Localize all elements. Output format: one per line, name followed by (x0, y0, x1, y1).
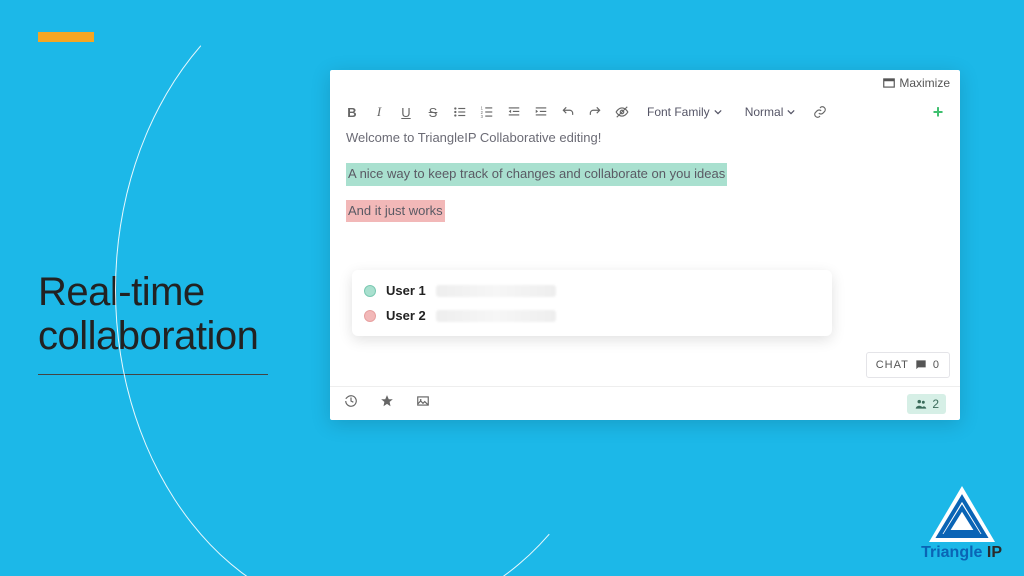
outdent-icon (507, 105, 521, 119)
chat-button[interactable]: CHAT 0 (866, 352, 950, 378)
chat-count: 0 (933, 359, 940, 371)
visibility-off-button[interactable] (614, 102, 630, 122)
italic-button[interactable]: I (371, 102, 387, 122)
users-count-button[interactable]: 2 (907, 394, 946, 414)
brand-logo: Triangle IP (921, 484, 1002, 562)
redo-button[interactable] (587, 102, 603, 122)
user-email-redacted (436, 310, 556, 322)
history-button[interactable] (344, 394, 358, 413)
image-icon (416, 394, 430, 408)
chat-icon (914, 358, 928, 372)
user-name: User 2 (386, 308, 426, 323)
redo-icon (588, 105, 602, 119)
star-icon (380, 394, 394, 408)
undo-button[interactable] (560, 102, 576, 122)
font-size-dropdown[interactable]: Normal (739, 103, 802, 121)
underline-button[interactable]: U (398, 102, 414, 122)
brand-name-2: IP (982, 544, 1002, 561)
brand-name-1: Triangle (921, 544, 982, 561)
bold-button[interactable]: B (344, 102, 360, 122)
editor-toolbar: B I U S 123 (344, 102, 946, 122)
user-color-dot (364, 285, 376, 297)
maximize-icon (882, 76, 896, 90)
favorite-button[interactable] (380, 394, 394, 413)
user-row: User 1 (362, 278, 822, 303)
users-icon (914, 397, 928, 411)
indent-icon (534, 105, 548, 119)
users-count-value: 2 (932, 397, 939, 411)
content-line-3: And it just works (346, 200, 445, 223)
chevron-down-icon (787, 108, 795, 116)
unordered-list-button[interactable] (452, 102, 468, 122)
editor-window: Maximize B I U S 123 (330, 70, 960, 420)
accent-bar (38, 32, 94, 42)
numbered-list-icon: 123 (480, 105, 494, 119)
user-color-dot (364, 310, 376, 322)
add-button[interactable]: + (930, 102, 946, 122)
strikethrough-button[interactable]: S (425, 102, 441, 122)
bullet-list-icon (453, 105, 467, 119)
svg-text:3: 3 (481, 114, 484, 119)
link-button[interactable] (812, 102, 828, 122)
editor-bottom-bar: 2 (330, 386, 960, 420)
user-row: User 2 (362, 303, 822, 328)
editor-content[interactable]: Welcome to TriangleIP Collaborative edit… (346, 128, 944, 222)
chat-label: CHAT (876, 359, 909, 371)
chevron-down-icon (714, 108, 722, 116)
users-popover: User 1 User 2 (352, 270, 832, 336)
maximize-label: Maximize (899, 76, 950, 90)
user-email-redacted (436, 285, 556, 297)
font-family-dropdown[interactable]: Font Family (641, 103, 728, 121)
indent-button[interactable] (533, 102, 549, 122)
maximize-button[interactable]: Maximize (882, 76, 950, 90)
user-name: User 1 (386, 283, 426, 298)
content-line-2: A nice way to keep track of changes and … (346, 163, 727, 186)
content-line-1: Welcome to TriangleIP Collaborative edit… (346, 128, 944, 149)
font-size-label: Normal (745, 105, 784, 119)
ordered-list-button[interactable]: 123 (479, 102, 495, 122)
image-button[interactable] (416, 394, 430, 413)
outdent-button[interactable] (506, 102, 522, 122)
triangle-logo-icon (927, 484, 997, 544)
link-icon (813, 105, 827, 119)
eye-off-icon (615, 105, 629, 119)
history-icon (344, 394, 358, 408)
font-family-label: Font Family (647, 105, 710, 119)
undo-icon (561, 105, 575, 119)
